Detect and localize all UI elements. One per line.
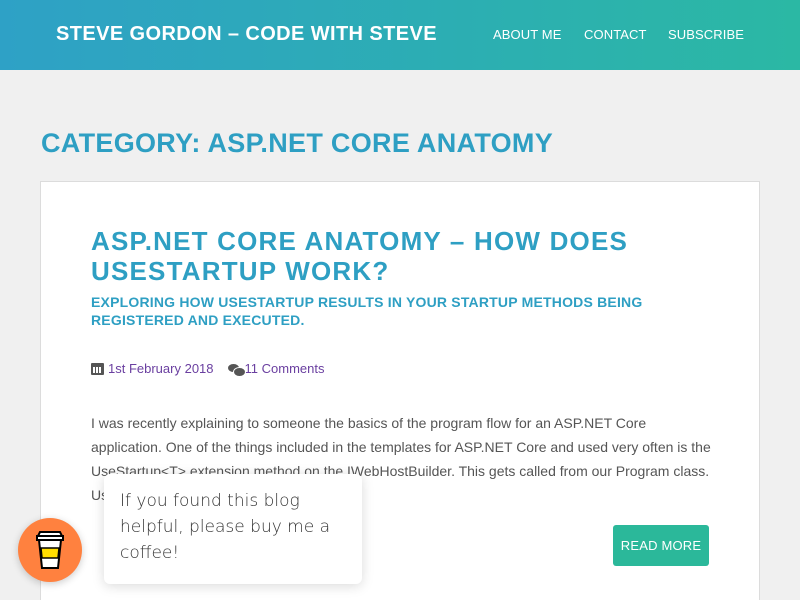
post-date-link[interactable]: 1st February 2018 xyxy=(108,361,214,376)
site-header: STEVE GORDON – CODE WITH STEVE ABOUT ME … xyxy=(0,0,800,70)
coffee-cup-icon xyxy=(36,531,64,569)
category-title: CATEGORY: ASP.NET CORE ANATOMY xyxy=(41,128,554,158)
comments-link[interactable]: 11 Comments xyxy=(245,361,325,376)
coffee-popup-message: If you found this blog helpful, please b… xyxy=(120,491,331,563)
calendar-icon xyxy=(91,362,104,375)
read-more-button[interactable]: READ MORE xyxy=(613,525,709,566)
nav-subscribe[interactable]: SUBSCRIBE xyxy=(668,27,744,42)
post-subtitle: EXPLORING HOW USESTARTUP RESULTS IN YOUR… xyxy=(91,294,643,328)
main-nav: ABOUT ME CONTACT SUBSCRIBE xyxy=(0,27,800,47)
buy-me-a-coffee-button[interactable] xyxy=(18,518,82,582)
nav-contact[interactable]: CONTACT xyxy=(584,27,647,42)
comments-icon xyxy=(227,363,246,377)
coffee-popup[interactable]: If you found this blog helpful, please b… xyxy=(104,474,362,584)
post-title[interactable]: ASP.NET CORE ANATOMY – HOW DOES USESTART… xyxy=(91,226,711,286)
post-meta: 1st February 2018 11 Comments xyxy=(91,361,325,377)
nav-about-me[interactable]: ABOUT ME xyxy=(493,27,561,42)
